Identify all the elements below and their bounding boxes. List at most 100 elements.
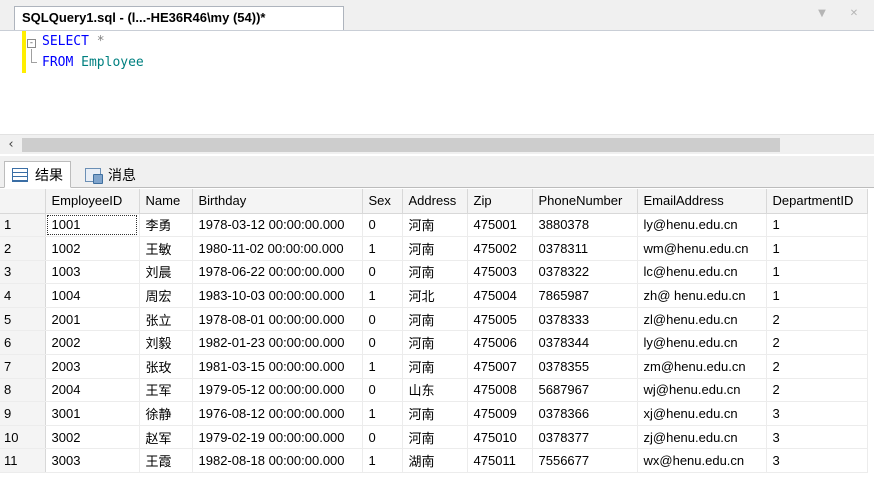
grid-cell[interactable]: 0378355 xyxy=(532,354,638,379)
grid-cell[interactable]: 张立 xyxy=(139,307,193,332)
row-number-cell[interactable]: 11 xyxy=(0,448,46,474)
grid-cell[interactable]: 刘毅 xyxy=(139,330,193,356)
grid-cell[interactable]: 475008 xyxy=(467,378,533,403)
grid-cell[interactable]: 475009 xyxy=(467,401,533,426)
grid-cell[interactable]: wx@henu.edu.cn xyxy=(637,448,767,474)
grid-cell[interactable]: 刘晨 xyxy=(139,260,193,285)
grid-cell[interactable]: 475002 xyxy=(467,236,533,261)
grid-cell[interactable]: 1982-08-18 00:00:00.000 xyxy=(192,448,363,474)
grid-cell[interactable]: 周宏 xyxy=(139,283,193,308)
grid-cell[interactable]: 王霞 xyxy=(139,448,193,474)
grid-cell[interactable]: 0 xyxy=(362,425,403,450)
grid-cell[interactable]: 0378377 xyxy=(532,425,638,450)
grid-cell[interactable]: zm@henu.edu.cn xyxy=(637,354,767,379)
row-number-cell[interactable]: 9 xyxy=(0,401,46,426)
grid-cell[interactable]: 1976-08-12 00:00:00.000 xyxy=(192,401,363,426)
grid-cell[interactable]: 1 xyxy=(766,260,868,285)
grid-cell[interactable]: lc@henu.edu.cn xyxy=(637,260,767,285)
grid-cell[interactable]: 5687967 xyxy=(532,378,638,403)
row-number-cell[interactable]: 8 xyxy=(0,378,46,403)
grid-cell[interactable]: 河南 xyxy=(402,425,468,450)
scroll-left-icon[interactable]: ‹ xyxy=(3,137,19,153)
row-number-cell[interactable]: 5 xyxy=(0,307,46,332)
grid-cell[interactable]: 2 xyxy=(766,330,868,356)
row-number-header[interactable] xyxy=(0,189,46,214)
grid-cell[interactable]: 1982-01-23 00:00:00.000 xyxy=(192,330,363,356)
grid-cell[interactable]: 1001 xyxy=(45,213,140,238)
grid-cell[interactable]: 475004 xyxy=(467,283,533,308)
row-number-cell[interactable]: 4 xyxy=(0,283,46,308)
grid-cell[interactable]: 1978-06-22 00:00:00.000 xyxy=(192,260,363,285)
grid-cell[interactable]: zh@ henu.edu.cn xyxy=(637,283,767,308)
grid-cell[interactable]: 7865987 xyxy=(532,283,638,308)
grid-cell[interactable]: 1 xyxy=(362,354,403,379)
grid-cell[interactable]: wm@henu.edu.cn xyxy=(637,236,767,261)
grid-cell[interactable]: 1004 xyxy=(45,283,140,308)
grid-cell[interactable]: 王军 xyxy=(139,378,193,403)
editor-horizontal-scrollbar[interactable]: ‹ xyxy=(0,134,874,154)
tab-messages[interactable]: 消息 xyxy=(78,161,143,188)
grid-cell[interactable]: 3003 xyxy=(45,448,140,474)
row-number-cell[interactable]: 1 xyxy=(0,213,46,238)
grid-cell[interactable]: zj@henu.edu.cn xyxy=(637,425,767,450)
grid-cell[interactable]: 2 xyxy=(766,378,868,403)
grid-cell[interactable]: 3001 xyxy=(45,401,140,426)
grid-cell[interactable]: 475001 xyxy=(467,213,533,238)
grid-cell[interactable]: 1 xyxy=(766,283,868,308)
grid-cell[interactable]: 0378311 xyxy=(532,236,638,261)
grid-cell[interactable]: 0 xyxy=(362,378,403,403)
sql-editor[interactable]: - SELECT * FROM Employee xyxy=(0,30,874,134)
column-header[interactable]: Zip xyxy=(467,189,533,214)
grid-cell[interactable]: 赵军 xyxy=(139,425,193,450)
scrollbar-thumb[interactable] xyxy=(22,138,780,152)
grid-cell[interactable]: 1002 xyxy=(45,236,140,261)
close-tab-icon[interactable]: ✕ xyxy=(848,8,860,20)
grid-cell[interactable]: 河南 xyxy=(402,354,468,379)
column-header[interactable]: EmailAddress xyxy=(637,189,767,214)
grid-cell[interactable]: 王敏 xyxy=(139,236,193,261)
grid-cell[interactable]: 0378366 xyxy=(532,401,638,426)
grid-cell[interactable]: 3 xyxy=(766,448,868,474)
grid-cell[interactable]: 1978-03-12 00:00:00.000 xyxy=(192,213,363,238)
grid-cell[interactable]: 0378322 xyxy=(532,260,638,285)
grid-cell[interactable]: 475011 xyxy=(467,448,533,474)
row-number-cell[interactable]: 6 xyxy=(0,330,46,356)
grid-cell[interactable]: 2 xyxy=(766,354,868,379)
grid-cell[interactable]: xj@henu.edu.cn xyxy=(637,401,767,426)
grid-cell[interactable]: 0 xyxy=(362,260,403,285)
column-header[interactable]: Address xyxy=(402,189,468,214)
row-number-cell[interactable]: 10 xyxy=(0,425,46,450)
grid-cell[interactable]: 7556677 xyxy=(532,448,638,474)
grid-cell[interactable]: 2002 xyxy=(45,330,140,356)
row-number-cell[interactable]: 2 xyxy=(0,236,46,261)
grid-cell[interactable]: 湖南 xyxy=(402,448,468,474)
grid-cell[interactable]: wj@henu.edu.cn xyxy=(637,378,767,403)
grid-cell[interactable]: 山东 xyxy=(402,378,468,403)
grid-cell[interactable]: 3002 xyxy=(45,425,140,450)
grid-cell[interactable]: 1003 xyxy=(45,260,140,285)
grid-cell[interactable]: 1 xyxy=(766,236,868,261)
grid-cell[interactable]: 河南 xyxy=(402,236,468,261)
grid-cell[interactable]: 河南 xyxy=(402,213,468,238)
grid-cell[interactable]: 3 xyxy=(766,425,868,450)
grid-cell[interactable]: 河北 xyxy=(402,283,468,308)
document-tab-sqlquery1[interactable]: SQLQuery1.sql - (l...-HE36R46\my (54))* xyxy=(14,6,344,30)
grid-cell[interactable]: 1983-10-03 00:00:00.000 xyxy=(192,283,363,308)
grid-cell[interactable]: 3880378 xyxy=(532,213,638,238)
grid-cell[interactable]: 2003 xyxy=(45,354,140,379)
column-header[interactable]: Sex xyxy=(362,189,403,214)
grid-cell[interactable]: 1979-05-12 00:00:00.000 xyxy=(192,378,363,403)
grid-cell[interactable]: 1 xyxy=(766,213,868,238)
column-header[interactable]: EmployeeID xyxy=(45,189,140,214)
column-header[interactable]: DepartmentID xyxy=(766,189,868,214)
grid-cell[interactable]: ly@henu.edu.cn xyxy=(637,330,767,356)
collapse-icon[interactable]: - xyxy=(27,39,36,48)
grid-cell[interactable]: 0 xyxy=(362,213,403,238)
grid-cell[interactable]: 徐静 xyxy=(139,401,193,426)
grid-cell[interactable]: 1 xyxy=(362,401,403,426)
grid-cell[interactable]: 1 xyxy=(362,448,403,474)
grid-cell[interactable]: 0378344 xyxy=(532,330,638,356)
grid-cell[interactable]: 475007 xyxy=(467,354,533,379)
grid-cell[interactable]: 河南 xyxy=(402,307,468,332)
grid-cell[interactable]: 3 xyxy=(766,401,868,426)
